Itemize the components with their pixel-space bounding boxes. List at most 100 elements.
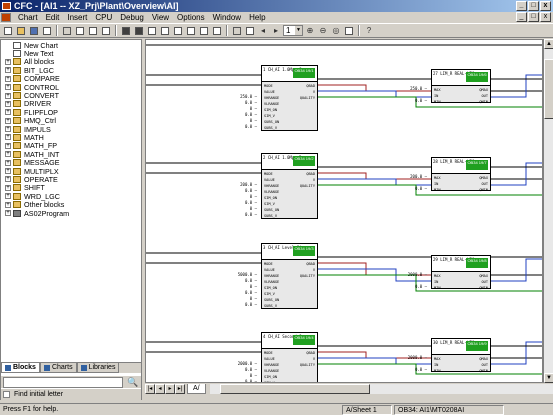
tree-item[interactable]: + MULTIPLX (1, 167, 141, 176)
parameter-value[interactable]: 2000.0 – (235, 361, 257, 366)
menu-edit[interactable]: Edit (42, 13, 64, 22)
menu-options[interactable]: Options (173, 13, 209, 22)
watch-on-icon[interactable] (159, 25, 171, 37)
output-pin[interactable]: QUALITY (300, 95, 315, 101)
parameter-value[interactable]: 250.0 – (405, 86, 427, 91)
cut-icon[interactable] (74, 25, 86, 37)
parameter-value[interactable]: 0.0 – (235, 112, 257, 117)
menu-view[interactable]: View (148, 13, 173, 22)
next-tab-icon[interactable]: ▸ (165, 383, 175, 394)
parameter-value[interactable]: 0 – (235, 373, 257, 378)
download-icon[interactable] (133, 25, 145, 37)
parameter-value[interactable]: 0.0 – (405, 367, 427, 372)
tree-item[interactable]: + COMPARE (1, 74, 141, 83)
expand-icon[interactable]: + (5, 193, 11, 200)
output-pin[interactable]: QUALITY (300, 273, 315, 279)
expand-icon[interactable]: + (5, 168, 11, 175)
watch-off-icon[interactable] (172, 25, 184, 37)
ch-ai-block[interactable]: 2 CH_AI 1.0Mpa D OB34 19/2 MODE VALUE VHRANG… (261, 153, 318, 219)
parameter-value[interactable]: 2000.0 – (405, 272, 427, 277)
find-initial-letter-checkbox[interactable] (3, 391, 10, 398)
tree-item[interactable]: + OPERATE (1, 175, 141, 184)
output-pin[interactable]: QMIN (479, 187, 488, 193)
parameter-value[interactable]: 0 – (235, 284, 257, 289)
output-pin[interactable]: QUALITY (300, 183, 315, 189)
tree-item[interactable]: + CONTROL (1, 83, 141, 92)
prev-tab-icon[interactable]: ◂ (155, 383, 165, 394)
tree-item[interactable]: + MESSAGE (1, 158, 141, 167)
parameter-value[interactable]: 0 – (235, 296, 257, 301)
vertical-scrollbar[interactable]: ▲ ▼ (543, 39, 553, 383)
catalog-icon[interactable] (61, 25, 73, 37)
parameter-value[interactable]: 0.0 – (235, 367, 257, 372)
menu-cpu[interactable]: CPU (91, 13, 116, 22)
menu-chart[interactable]: Chart (14, 13, 42, 22)
menu-debug[interactable]: Debug (116, 13, 148, 22)
parameter-value[interactable]: 0.0 – (235, 212, 257, 217)
continue-icon[interactable] (211, 25, 223, 37)
expand-icon[interactable]: + (5, 117, 11, 124)
output-pin[interactable]: QUALITY (300, 362, 315, 368)
horizontal-scroll-thumb[interactable] (219, 383, 370, 394)
lim-r-block[interactable]: 27 LIM_R REAL-LIM OB34 19/6 MAX IN MIN QMAX OU… (431, 69, 491, 105)
chart-canvas[interactable]: 1 CH_AI 1.0Mpa S OB34 19/1 MODE VALUE VHRANG… (145, 39, 543, 383)
expand-icon[interactable]: + (5, 126, 11, 133)
find-input[interactable] (3, 376, 123, 388)
horizontal-scrollbar[interactable] (209, 383, 553, 394)
expand-icon[interactable]: + (5, 75, 11, 82)
doc-restore-button[interactable]: □ (528, 12, 539, 22)
ch-ai-block[interactable]: 3 CH_AI Level Sim OB34 19/3 MODE VALUE VHRAN… (261, 243, 318, 309)
expand-icon[interactable]: + (5, 109, 11, 116)
doc-minimize-button[interactable]: _ (516, 12, 527, 22)
tree-item[interactable]: + IMPULS (1, 125, 141, 134)
expand-icon[interactable]: + (5, 58, 11, 65)
tab-blocks[interactable]: Blocks (1, 363, 40, 373)
first-sheet-icon[interactable]: |◂ (145, 383, 155, 394)
expand-icon[interactable]: + (5, 134, 11, 141)
ch-ai-block[interactable]: 1 CH_AI 1.0Mpa S OB34 19/1 MODE VALUE VHRANG… (261, 65, 318, 131)
parameter-value[interactable]: 250.0 – (235, 94, 257, 99)
tree-item[interactable]: New Chart (1, 41, 141, 50)
expand-icon[interactable]: + (5, 184, 11, 191)
new-icon[interactable] (2, 25, 14, 37)
sheet-select[interactable]: 1 ▼ (283, 25, 303, 36)
test-mode-icon[interactable] (146, 25, 158, 37)
tab-charts[interactable]: Charts (39, 363, 77, 373)
expand-icon[interactable]: + (5, 142, 11, 149)
expand-icon[interactable]: + (5, 176, 11, 183)
expand-icon[interactable]: + (5, 210, 11, 216)
parameter-value[interactable]: 0 – (235, 206, 257, 211)
parameter-value[interactable]: 0 – (235, 194, 257, 199)
zoom-out-icon[interactable]: ⊖ (317, 25, 329, 37)
tree-item[interactable]: + MATH (1, 133, 141, 142)
prev-sheet-icon[interactable]: ◂ (257, 25, 269, 37)
step-icon[interactable] (198, 25, 210, 37)
close-button[interactable]: x (540, 1, 551, 11)
tree-item[interactable]: + CONVERT (1, 91, 141, 100)
sheet-tab-a[interactable]: A/ (187, 383, 206, 394)
copy-icon[interactable] (87, 25, 99, 37)
tab-libraries[interactable]: Libraries (76, 363, 120, 373)
tree-item[interactable]: + HMQ_Ctrl (1, 116, 141, 125)
binoculars-icon[interactable]: 🔍 (127, 377, 139, 388)
parameter-value[interactable]: 0.0 – (235, 188, 257, 193)
breakpoint-icon[interactable] (185, 25, 197, 37)
input-pin[interactable]: SUBS_V (262, 213, 317, 219)
expand-icon[interactable]: + (5, 67, 11, 74)
open-icon[interactable] (15, 25, 27, 37)
parameter-value[interactable]: 200.0 – (405, 174, 427, 179)
parameter-value[interactable]: 0.0 – (235, 302, 257, 307)
input-pin[interactable]: SUBS_V (262, 125, 317, 131)
input-pin[interactable]: SUBS_V (262, 303, 317, 309)
parameter-value[interactable]: 0.0 – (235, 278, 257, 283)
tree-item[interactable]: + WRD_LGC (1, 192, 141, 201)
parameter-value[interactable]: 0 – (235, 106, 257, 111)
expand-icon[interactable]: + (5, 159, 11, 166)
tree-item[interactable]: New Text (1, 49, 141, 58)
lim-r-block[interactable]: 29 LIM_R REAL-LIM OB34 19/8 MAX IN MIN QMAX OU… (431, 255, 491, 290)
parameter-value[interactable]: 0.0 – (235, 100, 257, 105)
whats-this-help-icon[interactable]: ? (363, 25, 375, 37)
doc-close-button[interactable]: x (540, 12, 551, 22)
output-pin[interactable]: QMIN (479, 99, 488, 105)
tree-item[interactable]: + All blocks (1, 57, 141, 66)
